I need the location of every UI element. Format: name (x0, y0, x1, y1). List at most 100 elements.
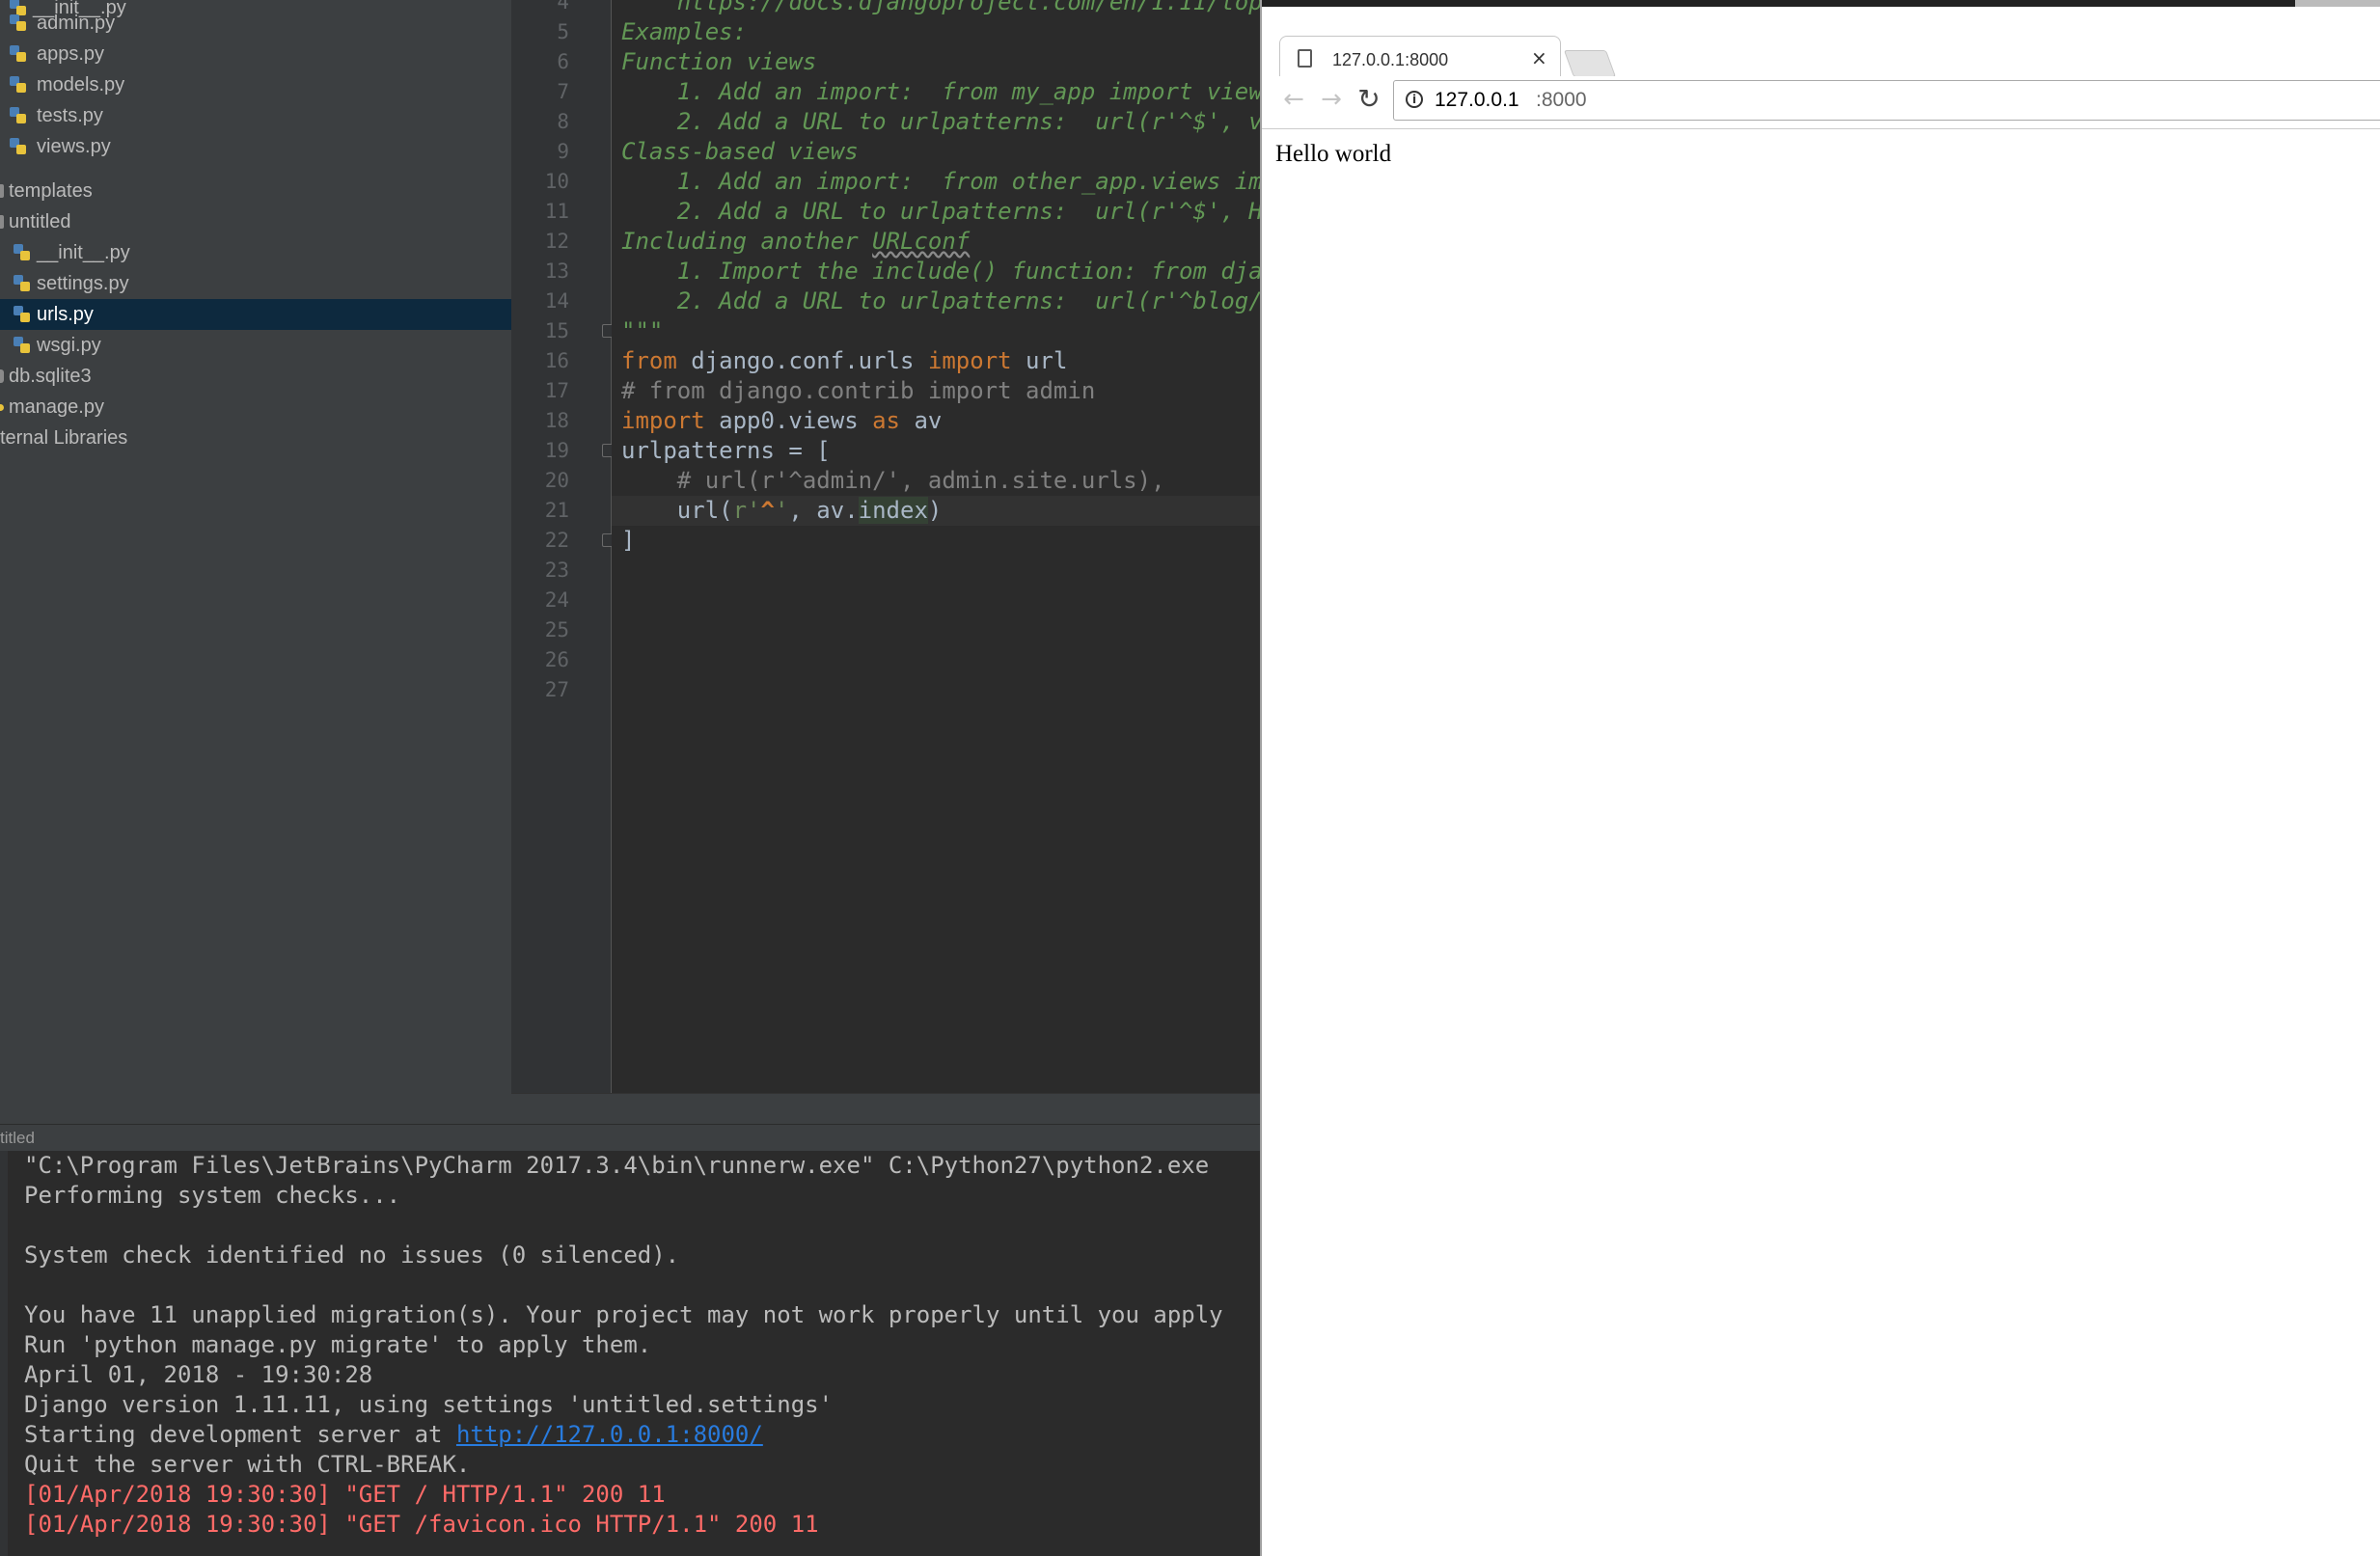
code-line: urlpatterns = [ (621, 437, 831, 464)
code-token: , av. (788, 497, 859, 524)
tree-item-untitled[interactable]: untitled (0, 206, 511, 237)
browser-toolbar: ← → ↻ i 127.0.0.1 :8000 (1262, 76, 2380, 129)
python-file-icon (14, 337, 30, 353)
code-line: https://docs.djangoproject.com/en/1.11/t… (676, 0, 1260, 15)
tree-item-apps[interactable]: apps.py (0, 39, 511, 69)
python-file-icon (14, 244, 30, 260)
forward-arrow-icon[interactable]: → (1317, 85, 1346, 114)
python-file-icon (10, 138, 26, 154)
keyword-token: import (621, 407, 705, 434)
line-number: 24 (544, 588, 569, 612)
code-line: 1. Import the include() function: from d… (676, 258, 1260, 285)
code-line: from django.conf.urls import url (621, 346, 1067, 376)
run-config-title[interactable]: titled (0, 1129, 35, 1148)
console-line: "C:\Program Files\JetBrains\PyCharm 2017… (24, 1152, 1210, 1179)
new-tab-button[interactable] (1563, 50, 1617, 77)
code-token: django.conf.urls (676, 347, 928, 374)
project-tree-panel: __init__.py admin.py apps.py models.py t… (0, 0, 511, 1124)
tree-item-label: admin.py (37, 13, 116, 34)
python-file-icon (10, 14, 26, 31)
line-number: 25 (544, 618, 569, 642)
code-token: url (1011, 347, 1068, 374)
console-line: You have 11 unapplied migration(s). Your… (24, 1301, 1223, 1328)
console-line: Run 'python manage.py migrate' to apply … (24, 1331, 652, 1358)
back-arrow-icon[interactable]: ← (1279, 85, 1308, 114)
code-line: # from django.contrib import admin (621, 377, 1096, 404)
python-file-icon (10, 107, 26, 123)
code-editor[interactable]: https://docs.djangoproject.com/en/1.11/t… (612, 0, 1260, 1093)
code-line: Class-based views (621, 138, 859, 165)
tree-item-admin[interactable]: admin.py (0, 8, 511, 39)
tree-item-wsgi[interactable]: wsgi.py (0, 330, 511, 361)
browser-tab-strip: 127.0.0.1:8000 × (1262, 0, 2380, 84)
console-line: Quit the server with CTRL-BREAK. (24, 1451, 471, 1478)
server-url-link[interactable]: http://127.0.0.1:8000/ (456, 1421, 763, 1448)
browser-window: 127.0.0.1:8000 × ← → ↻ i 127.0.0.1 :8000… (1260, 0, 2380, 1556)
tree-item-db-sqlite3[interactable]: db.sqlite3 (0, 361, 511, 392)
console-toolbar (0, 1151, 8, 1556)
python-file-icon (14, 275, 30, 291)
code-line-current: url(r'^', av.index) (612, 496, 1260, 526)
tree-item-models[interactable]: models.py (0, 69, 511, 100)
tree-item-untitled-init[interactable]: __init__.py (0, 237, 511, 268)
console-request-log: [01/Apr/2018 19:30:30] "GET / HTTP/1.1" … (24, 1481, 666, 1508)
line-number: 6 (557, 50, 569, 73)
editor-gutter: 4 5 6 7 8 9 10 11 12 13 14 15 16 17 18 19 20 21 22 23 24 25 26… (511, 0, 616, 1093)
code-line: Function views (621, 48, 817, 75)
tree-item-settings[interactable]: settings.py (0, 268, 511, 299)
url-port: :8000 (1536, 89, 1587, 111)
line-number: 26 (544, 648, 569, 671)
tree-item-manage[interactable]: manage.py (0, 392, 511, 423)
code-line: ] (621, 527, 636, 554)
tree-item-external-libraries[interactable]: ternal Libraries (0, 423, 511, 453)
code-line: import app0.views as av (621, 406, 942, 436)
tree-item-label: tests.py (37, 105, 103, 126)
python-run-icon (0, 404, 4, 411)
tree-item-templates[interactable]: templates (0, 176, 511, 206)
page-icon (1298, 49, 1312, 68)
code-token: app0.views (704, 407, 873, 434)
line-number: 9 (557, 140, 569, 163)
keyword-token: as (872, 407, 900, 434)
code-token: Including another (621, 228, 873, 255)
code-line: Examples: (621, 18, 748, 45)
console-line: Performing system checks... (24, 1182, 401, 1209)
line-number: 11 (544, 200, 569, 223)
line-number: 10 (544, 170, 569, 193)
window-frame (2295, 0, 2380, 7)
tree-item-label: views.py (37, 136, 111, 157)
python-file-icon (14, 306, 30, 322)
line-number: 23 (544, 559, 569, 582)
line-number: 5 (557, 20, 569, 43)
console-line: System check identified no issues (0 sil… (24, 1242, 680, 1269)
tree-item-label: settings.py (37, 273, 129, 294)
console-line: April 01, 2018 - 19:30:28 (24, 1361, 373, 1388)
string-token: r' (732, 497, 761, 524)
python-file-icon (10, 45, 26, 62)
line-number: 27 (544, 678, 569, 701)
code-line: 1. Add an import: from my_app import vie… (621, 78, 1260, 105)
tree-item-label: manage.py (9, 396, 104, 418)
info-icon[interactable]: i (1406, 91, 1423, 108)
code-line: # url(r'^admin/', admin.site.urls), (621, 467, 1165, 494)
url-host: 127.0.0.1 (1435, 89, 1519, 111)
code-line: 2. Add a URL to urlpatterns: url(r'^$', … (676, 108, 1260, 135)
tree-item-label: apps.py (37, 43, 105, 65)
tree-item-views[interactable]: views.py (0, 131, 511, 162)
close-icon[interactable]: × (1531, 46, 1547, 69)
tree-item-label: urls.py (37, 304, 94, 325)
line-number: 17 (544, 379, 569, 402)
console-line: Starting development server at http://12… (24, 1420, 763, 1450)
line-number: 15 (544, 319, 569, 342)
run-panel-header: titled (0, 1124, 1260, 1152)
tree-item-urls[interactable]: urls.py (0, 299, 511, 330)
address-bar[interactable]: i 127.0.0.1 :8000 (1393, 80, 2380, 121)
highlighted-token: index (858, 497, 928, 524)
run-console[interactable]: "C:\Program Files\JetBrains\PyCharm 2017… (0, 1151, 1260, 1556)
line-number: 22 (544, 529, 569, 552)
python-file-icon (10, 76, 26, 93)
editor-horizontal-scrollbar[interactable] (511, 1093, 1260, 1125)
tree-item-tests[interactable]: tests.py (0, 100, 511, 131)
code-line: """ (621, 317, 664, 344)
reload-icon[interactable]: ↻ (1354, 85, 1383, 114)
